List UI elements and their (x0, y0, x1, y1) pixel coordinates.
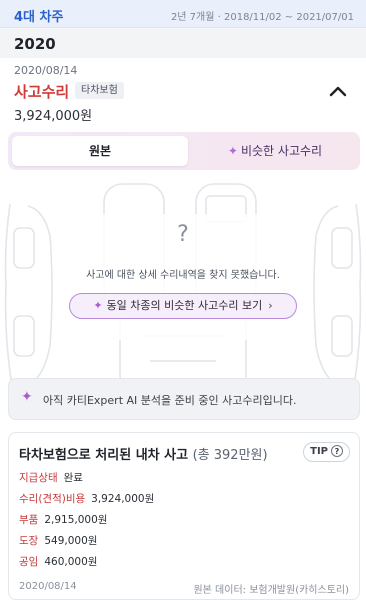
tab-original[interactable]: 원본 (12, 136, 188, 166)
year-section: 2020 (0, 29, 366, 57)
tab-similar-repair[interactable]: ✦ 비슷한 사고수리 (194, 136, 356, 166)
help-icon: ? (331, 445, 343, 457)
chevron-right-icon: › (268, 299, 273, 312)
row-value: 완료 (63, 472, 83, 484)
accident-record-card: 2020/08/14 사고수리 타차보험 3,924,000원 원본 ✦ 비슷한 … (0, 58, 366, 600)
row-value: 3,924,000원 (91, 493, 155, 505)
insurance-badge: 타차보험 (75, 82, 124, 99)
sparkle-icon: ✦ (93, 299, 103, 312)
detail-title: 타차보험으로 처리된 내차 사고 (총 392만원) (19, 444, 268, 463)
no-detail-overlay: ? 사고에 대한 상세 수리내역을 찾지 못했습니다. ✦ 동일 차종의 비슷한 … (54, 214, 312, 340)
sparkle-icon: ✦ (227, 144, 238, 158)
footer-date: 2020/08/14 (19, 581, 77, 592)
year-label: 2020 (14, 35, 56, 53)
row-value: 2,915,000원 (44, 514, 108, 526)
detail-row-paint: 도장 549,000원 (19, 531, 154, 552)
ownership-period: 2년 7개월 · 2018/11/02 ~ 2021/07/01 (170, 12, 354, 23)
ai-analysis-text: 아직 카티Expert AI 분석을 준비 중인 사고수리입니다. (43, 394, 297, 407)
repair-detail-card: 타차보험으로 처리된 내차 사고 (총 392만원) TIP? 지급상태 완료 수… (8, 432, 360, 600)
data-source: 원본 데이터: 보험개발원(카히스토리) (193, 585, 349, 596)
no-detail-message: 사고에 대한 상세 수리내역을 찾지 못했습니다. (86, 270, 280, 281)
row-label: 공임 (19, 556, 39, 568)
sparkle-icon: ✦ (21, 389, 33, 405)
detail-title-text: 타차보험으로 처리된 내차 사고 (19, 448, 189, 463)
record-amount: 3,924,000원 (14, 109, 93, 124)
owner-title: 4대 차주 (14, 10, 64, 25)
similar-repair-button[interactable]: ✦ 동일 차종의 비슷한 사고수리 보기 › (69, 293, 297, 319)
owner-header: 4대 차주 2년 7개월 · 2018/11/02 ~ 2021/07/01 (0, 0, 366, 28)
question-icon: ? (177, 222, 189, 247)
row-label: 지급상태 (19, 472, 58, 484)
ai-analysis-banner: ✦ 아직 카티Expert AI 분석을 준비 중인 사고수리입니다. (8, 378, 360, 420)
row-label: 부품 (19, 514, 39, 526)
view-toggle: 원본 ✦ 비슷한 사고수리 (8, 132, 360, 170)
chevron-up-icon[interactable] (326, 80, 350, 102)
row-value: 460,000원 (44, 556, 98, 568)
similar-repair-label: 동일 차종의 비슷한 사고수리 보기 (106, 299, 263, 312)
tip-button[interactable]: TIP? (303, 442, 350, 462)
record-date: 2020/08/14 (14, 64, 78, 77)
detail-rows: 지급상태 완료 수리(견적)비용 3,924,000원 부품 2,915,000원 도… (19, 468, 154, 573)
row-label: 도장 (19, 535, 39, 547)
detail-row-parts: 부품 2,915,000원 (19, 510, 154, 531)
row-label: 수리(견적)비용 (19, 493, 86, 505)
record-title: 사고수리 (14, 83, 70, 101)
detail-total: (총 392만원) (192, 448, 268, 463)
tip-label: TIP (310, 446, 328, 457)
detail-row-status: 지급상태 완료 (19, 468, 154, 489)
tab-similar-label: 비슷한 사고수리 (240, 144, 323, 158)
detail-row-labor: 공임 460,000원 (19, 552, 154, 573)
detail-row-repair-cost: 수리(견적)비용 3,924,000원 (19, 489, 154, 510)
row-value: 549,000원 (44, 535, 98, 547)
